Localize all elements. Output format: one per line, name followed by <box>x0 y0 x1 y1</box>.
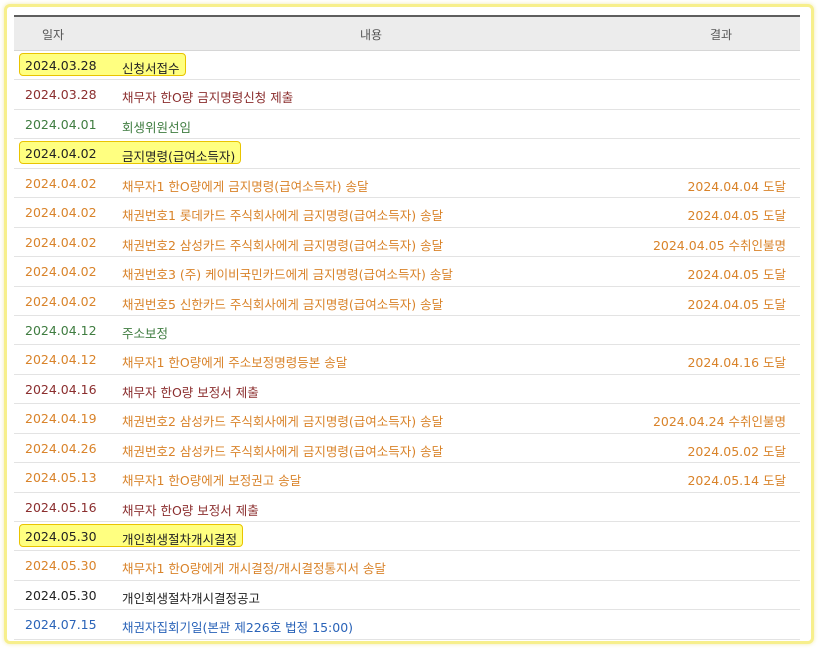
row-date: 2024.05.13 <box>25 470 97 486</box>
row-result: 2024.04.16 도달 <box>687 355 786 371</box>
row-content: 채무자 한O량 금지명령신청 제출 <box>122 90 294 106</box>
row-date: 2024.05.30 <box>25 587 97 603</box>
table-row: 2024.04.16 채무자 한O량 보정서 제출 <box>14 375 800 405</box>
row-date: 2024.04.02 <box>25 264 97 280</box>
table-row: 2024.03.28 신청서접수 <box>14 51 800 81</box>
row-content: 채권번호2 삼성카드 주식회사에게 금지명령(급여소득자) 송달 <box>122 414 444 430</box>
row-date: 2024.04.02 <box>25 175 97 191</box>
row-content: 채권번호2 삼성카드 주식회사에게 금지명령(급여소득자) 송달 <box>122 237 444 253</box>
table-row: 2024.03.28 채무자 한O량 금지명령신청 제출 <box>14 80 800 110</box>
table-row: 2024.05.30 채무자1 한O량에게 개시결정/개시결정통지서 송달 <box>14 551 800 581</box>
table-row: 2024.04.02 금지명령(급여소득자) <box>14 139 800 169</box>
row-date: 2024.04.19 <box>25 411 97 427</box>
table-header: 일자 내용 결과 <box>14 15 800 51</box>
table-row: 2024.04.02 채무자1 한O량에게 금지명령(급여소득자) 송달 2024.… <box>14 169 800 199</box>
table-row: 2024.04.12 주소보정 <box>14 316 800 346</box>
row-date: 2024.04.12 <box>25 352 97 368</box>
row-date: 2024.03.28 <box>25 87 97 103</box>
row-content: 채무자 한O량 보정서 제출 <box>122 502 259 518</box>
table-row: 2024.07.15 채권자집회기일(본관 제226호 법정 15:00) <box>14 610 800 640</box>
row-content: 채무자 한O량 보정서 제출 <box>122 384 259 400</box>
row-content: 채권자집회기일(본관 제226호 법정 15:00) <box>122 620 354 636</box>
table-row: 2024.04.02 채권번호1 롯데카드 주식회사에게 금지명령(급여소득자) … <box>14 198 800 228</box>
table-row: 2024.04.02 채권번호5 신한카드 주식회사에게 금지명령(급여소득자) … <box>14 287 800 316</box>
row-content: 채무자1 한O량에게 금지명령(급여소득자) 송달 <box>122 178 369 194</box>
row-date: 2024.04.01 <box>25 116 97 132</box>
case-history-table: 일자 내용 결과 2024.03.28 신청서접수 2024.03.28 채무자 한O… <box>14 15 800 640</box>
header-content: 내용 <box>360 28 383 42</box>
table-row: 2024.04.01 회생위원선임 <box>14 110 800 140</box>
row-date: 2024.07.15 <box>25 617 97 633</box>
table-row: 2024.04.19 채권번호2 삼성카드 주식회사에게 금지명령(급여소득자) … <box>14 404 800 434</box>
table-body: 2024.03.28 신청서접수 2024.03.28 채무자 한O량 금지명령신청 … <box>14 51 800 640</box>
table-row: 2024.05.30 개인회생절차개시결정공고 <box>14 581 800 611</box>
row-content: 채권번호5 신한카드 주식회사에게 금지명령(급여소득자) 송달 <box>122 296 444 312</box>
row-date: 2024.03.28 <box>25 58 97 73</box>
row-result: 2024.04.04 도달 <box>687 178 786 194</box>
header-date: 일자 <box>42 28 65 42</box>
table-row: 2024.05.13 채무자1 한O량에게 보정권고 송달 2024.05.14 도… <box>14 463 800 493</box>
row-content: 채무자1 한O량에게 주소보정명령등본 송달 <box>122 355 348 371</box>
row-date: 2024.04.02 <box>25 293 97 309</box>
table-row: 2024.04.02 채권번호2 삼성카드 주식회사에게 금지명령(급여소득자) … <box>14 228 800 258</box>
row-date: 2024.05.16 <box>25 499 97 515</box>
row-result: 2024.04.05 수취인불명 <box>652 237 786 253</box>
row-content: 채권번호3 (주) 케이비국민카드에게 금지명령(급여소득자) 송달 <box>122 267 453 283</box>
table-row: 2024.04.02 채권번호3 (주) 케이비국민카드에게 금지명령(급여소득자… <box>14 257 800 287</box>
row-date: 2024.04.16 <box>25 381 97 397</box>
row-content: 회생위원선임 <box>122 119 192 135</box>
row-content: 신청서접수 <box>122 61 180 76</box>
row-content: 개인회생절차개시결정 <box>122 532 238 547</box>
row-content: 채무자1 한O량에게 개시결정/개시결정통지서 송달 <box>122 561 386 577</box>
header-result: 결과 <box>710 28 733 42</box>
table-row: 2024.05.30 개인회생절차개시결정 <box>14 522 800 552</box>
row-content: 채권번호1 롯데카드 주식회사에게 금지명령(급여소득자) 송달 <box>122 208 444 224</box>
row-result: 2024.04.05 도달 <box>687 296 786 312</box>
row-result: 2024.04.05 도달 <box>687 267 786 283</box>
row-date: 2024.04.02 <box>25 146 97 162</box>
row-result: 2024.04.24 수취인불명 <box>652 414 786 430</box>
row-result: 2024.05.02 도달 <box>687 443 786 459</box>
row-content: 개인회생절차개시결정공고 <box>122 590 261 606</box>
table-row: 2024.04.26 채권번호2 삼성카드 주식회사에게 금지명령(급여소득자) … <box>14 434 800 464</box>
row-date: 2024.04.02 <box>25 205 97 221</box>
row-date: 2024.04.02 <box>25 234 97 250</box>
row-content: 채권번호2 삼성카드 주식회사에게 금지명령(급여소득자) 송달 <box>122 443 444 459</box>
row-content: 주소보정 <box>122 325 169 341</box>
row-date: 2024.05.30 <box>25 558 97 574</box>
row-content: 채무자1 한O량에게 보정권고 송달 <box>122 473 302 489</box>
row-date: 2024.04.26 <box>25 440 97 456</box>
row-date: 2024.05.30 <box>25 529 97 544</box>
table-row: 2024.04.12 채무자1 한O량에게 주소보정명령등본 송달 2024.04.… <box>14 345 800 375</box>
row-result: 2024.04.05 도달 <box>687 208 786 224</box>
row-date: 2024.04.12 <box>25 322 97 338</box>
table-row: 2024.05.16 채무자 한O량 보정서 제출 <box>14 493 800 522</box>
row-result: 2024.05.14 도달 <box>687 473 786 489</box>
row-content: 금지명령(급여소득자) <box>122 149 236 165</box>
